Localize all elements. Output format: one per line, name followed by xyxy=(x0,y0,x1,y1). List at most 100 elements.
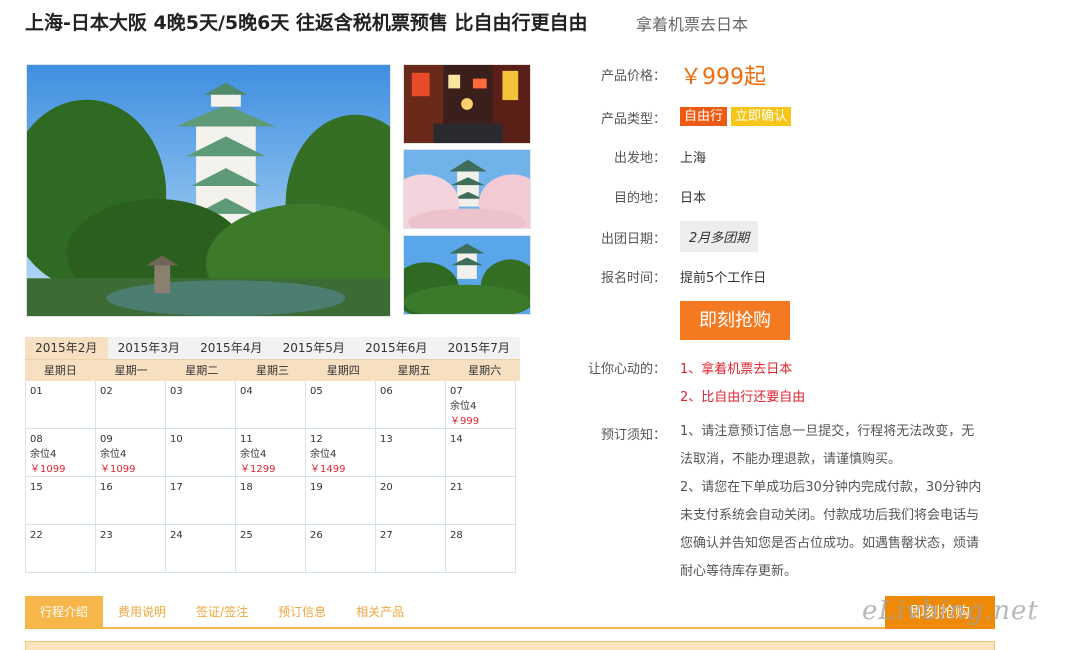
calendar-day-cell: 04 xyxy=(236,381,306,429)
thumbnail-photo-2[interactable] xyxy=(403,149,531,229)
thumbnail-photo-1[interactable] xyxy=(403,64,531,144)
day-number: 06 xyxy=(380,386,393,397)
calendar-day-cell: 24 xyxy=(166,525,236,573)
month-tab-3[interactable]: 2015年4月 xyxy=(190,337,273,359)
calendar-day-cell: 19 xyxy=(306,477,376,525)
weekday-label: 星期三 xyxy=(256,364,290,377)
day-number: 14 xyxy=(450,434,463,445)
day-number: 16 xyxy=(100,482,113,493)
highlights-row: 让你心动的： 1、拿着机票去日本 2、比自由行还要自由 xyxy=(576,357,1056,407)
day-number: 20 xyxy=(380,482,393,493)
calendar-day-cell[interactable]: 09 余位4 ￥1099 xyxy=(96,429,166,477)
day-number: 01 xyxy=(30,386,43,397)
seats-remaining: 余位4 xyxy=(310,449,337,460)
date-value[interactable]: 2月多团期 xyxy=(680,221,759,252)
day-number: 26 xyxy=(310,530,323,541)
signup-value: 提前5个工作日 xyxy=(680,271,767,286)
day-number: 13 xyxy=(380,434,393,445)
day-number: 05 xyxy=(310,386,323,397)
depart-label: 出发地： xyxy=(613,151,666,166)
date-label: 出团日期： xyxy=(600,232,666,247)
tab-itinerary[interactable]: 行程介绍 xyxy=(25,596,104,627)
calendar-day-cell: 02 xyxy=(96,381,166,429)
notice-row: 预订须知： 1、请注意预订信息一旦提交，行程将无法改变，无法取消，不能办理退款，… xyxy=(576,418,996,588)
calendar-day-cell: 20 xyxy=(376,477,446,525)
calendar-day-cell: 14 xyxy=(446,429,516,477)
calendar-day-cell: 17 xyxy=(166,477,236,525)
calendar-day-cell[interactable]: 07 余位4 ￥999 xyxy=(446,381,516,429)
day-number: 19 xyxy=(310,482,323,493)
buy-now-button[interactable]: 即刻抢购 xyxy=(680,301,790,340)
page-title: 上海-日本大阪 4晚5天/5晚6天 往返含税机票预售 比自由行更自由 xyxy=(25,12,588,34)
day-price: ￥1099 xyxy=(30,464,66,475)
thumbnail-photo-3[interactable] xyxy=(403,235,531,315)
day-number: 08 xyxy=(30,434,43,445)
weekday-label: 星期二 xyxy=(185,364,219,377)
weekday-label: 星期一 xyxy=(114,364,148,377)
highlights-label: 让你心动的： xyxy=(587,362,666,377)
day-number: 11 xyxy=(240,434,253,445)
calendar-day-cell: 28 xyxy=(446,525,516,573)
dest-value: 日本 xyxy=(680,191,707,206)
dest-label: 目的地： xyxy=(613,191,666,206)
seats-remaining: 余位4 xyxy=(240,449,267,460)
day-number: 18 xyxy=(240,482,253,493)
depart-row: 出发地： 上海 xyxy=(576,147,1056,167)
calendar-day-cell: 01 xyxy=(26,381,96,429)
calendar-day-cell[interactable]: 08 余位4 ￥1099 xyxy=(26,429,96,477)
calendar-day-cell: 23 xyxy=(96,525,166,573)
seats-remaining: 余位4 xyxy=(450,401,477,412)
type-tags: 自由行 立即确认 xyxy=(680,107,795,126)
weekday-label: 星期五 xyxy=(397,364,431,377)
calendar-day-cell: 27 xyxy=(376,525,446,573)
price-label: 产品价格： xyxy=(600,69,666,84)
price-row: 产品价格： ￥999起 xyxy=(576,60,1056,90)
tab-related-products[interactable]: 相关产品 xyxy=(341,596,419,627)
departure-calendar: 2015年2月 2015年3月 2015年4月 2015年5月 2015年6月 … xyxy=(25,337,520,573)
month-tab-5[interactable]: 2015年6月 xyxy=(355,337,438,359)
tab-visa[interactable]: 签证/签注 xyxy=(181,596,263,627)
day-price: ￥1299 xyxy=(240,464,276,475)
month-tab-6[interactable]: 2015年7月 xyxy=(438,337,521,359)
notice-label: 预订须知： xyxy=(600,428,666,443)
tab-booking-info[interactable]: 预订信息 xyxy=(263,596,341,627)
day-number: 21 xyxy=(450,482,463,493)
day-price: ￥1099 xyxy=(100,464,136,475)
day-number: 24 xyxy=(170,530,183,541)
calendar-day-cell: 06 xyxy=(376,381,446,429)
page-subtitle: 拿着机票去日本 xyxy=(636,15,749,34)
day-number: 12 xyxy=(310,434,323,445)
weekday-label: 星期六 xyxy=(468,364,502,377)
calendar-day-cell: 03 xyxy=(166,381,236,429)
signup-label: 报名时间： xyxy=(600,271,666,286)
date-row: 出团日期： 2月多团期 xyxy=(576,221,1056,253)
day-number: 17 xyxy=(170,482,183,493)
day-number: 04 xyxy=(240,386,253,397)
type-label: 产品类型： xyxy=(600,112,666,127)
highlight-item-2: 2、比自由行还要自由 xyxy=(680,390,806,405)
calendar-day-cell: 25 xyxy=(236,525,306,573)
day-number: 25 xyxy=(240,530,253,541)
calendar-day-cell[interactable]: 12 余位4 ￥1499 xyxy=(306,429,376,477)
day-number: 09 xyxy=(100,434,113,445)
calendar-day-cell: 22 xyxy=(26,525,96,573)
weekday-label: 星期四 xyxy=(326,364,360,377)
month-tab-1[interactable]: 2015年2月 xyxy=(25,337,108,359)
day-number: 02 xyxy=(100,386,113,397)
signup-row: 报名时间： 提前5个工作日 xyxy=(576,267,1056,287)
price-value: ￥999起 xyxy=(680,65,766,90)
detail-tabs: 行程介绍 费用说明 签证/签注 预订信息 相关产品 即刻抢购 xyxy=(25,596,995,629)
calendar-month-tabs: 2015年2月 2015年3月 2015年4月 2015年5月 2015年6月 … xyxy=(25,337,520,359)
main-photo[interactable] xyxy=(26,64,391,317)
month-tab-4[interactable]: 2015年5月 xyxy=(273,337,356,359)
calendar-day-cell: 10 xyxy=(166,429,236,477)
calendar-day-cell[interactable]: 11 余位4 ￥1299 xyxy=(236,429,306,477)
day-number: 23 xyxy=(100,530,113,541)
tag-instant-confirm: 立即确认 xyxy=(731,107,792,126)
content-panel-top xyxy=(25,641,995,650)
notice-text: 1、请注意预订信息一旦提交，行程将无法改变，无法取消，不能办理退款，请谨慎购买。… xyxy=(680,418,985,586)
tab-fees[interactable]: 费用说明 xyxy=(103,596,181,627)
month-tab-2[interactable]: 2015年3月 xyxy=(108,337,191,359)
calendar-day-cell: 15 xyxy=(26,477,96,525)
notice-item-2: 2、请您在下单成功后30分钟内完成付款，30分钟内未支付系统会自动关闭。付款成功… xyxy=(680,480,982,579)
